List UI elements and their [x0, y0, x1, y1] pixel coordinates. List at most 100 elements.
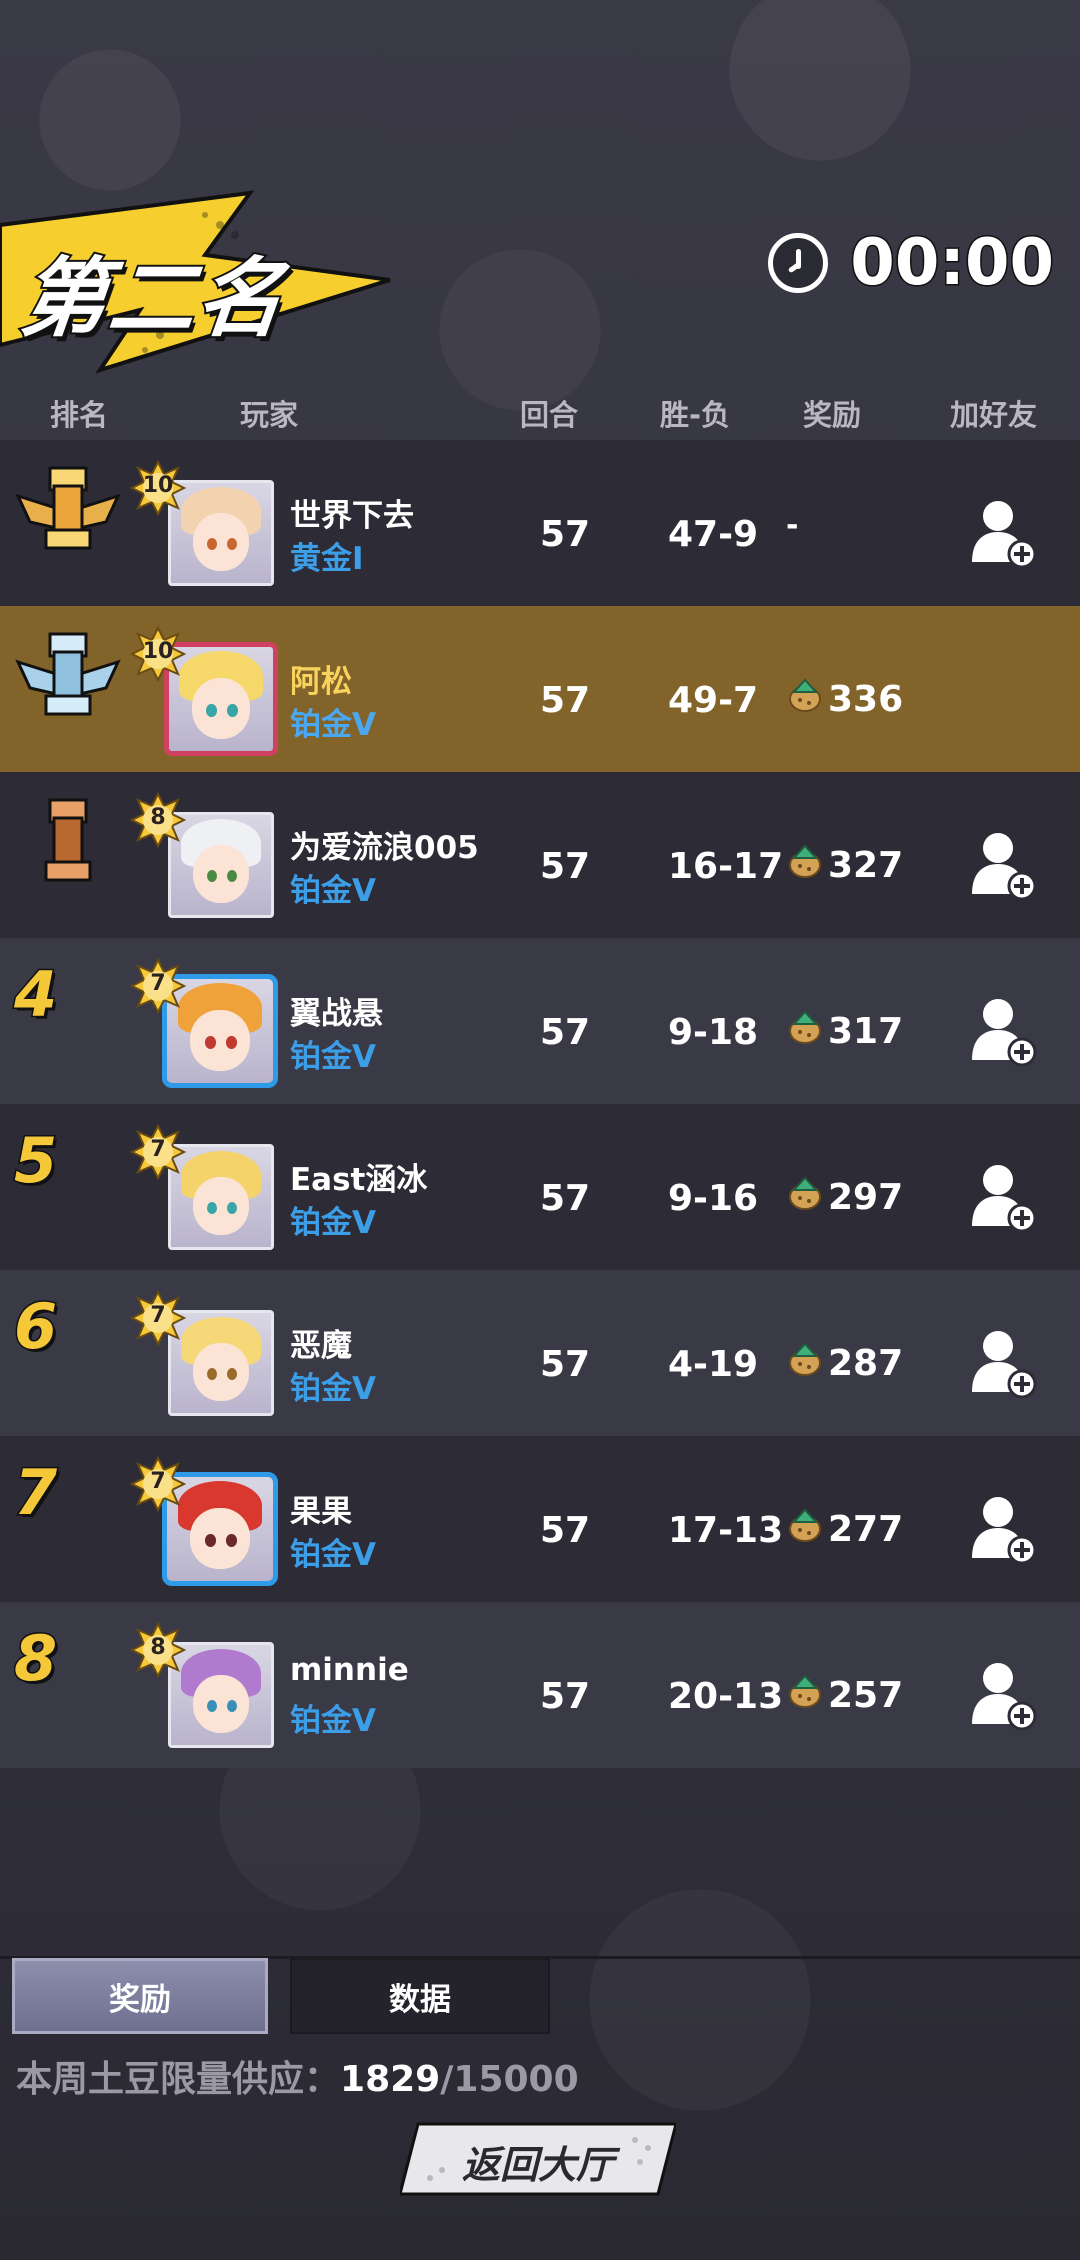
level-value: 7	[150, 1137, 166, 1162]
level-value: 8	[150, 1635, 166, 1660]
column-add-friend: 加好友	[950, 398, 1038, 432]
rank-title: 第二名	[14, 247, 293, 351]
rank-cell: 8	[0, 1602, 120, 1768]
potato-icon	[786, 842, 824, 889]
column-reward: 奖励	[803, 398, 862, 432]
player-tier: 黄金I	[290, 541, 364, 577]
win-loss-value: 16-17	[668, 846, 784, 887]
level-star-icon: 10	[130, 460, 186, 516]
player-name: 翼战悬	[290, 996, 383, 1032]
ranking-row: 5 7 East涵冰 铂金V 57 9-16 297	[0, 1104, 1080, 1270]
player-tier: 铂金V	[290, 873, 376, 909]
rank-cell: 5	[0, 1104, 120, 1270]
potato-supply: 本周土豆限量供应：1829/15000	[16, 2050, 579, 2102]
add-friend-icon[interactable]	[966, 1326, 1038, 1399]
win-loss-value: 17-13	[668, 1510, 784, 1551]
column-rank: 排名	[50, 398, 109, 432]
win-loss-value: 9-18	[668, 1012, 759, 1053]
level-value: 8	[150, 805, 166, 830]
add-friend-icon[interactable]	[966, 828, 1038, 901]
reward-value: 257	[828, 1675, 904, 1716]
ranking-row: 6 7 恶魔 铂金V 57 4-19 287	[0, 1270, 1080, 1436]
level-star-icon: 7	[130, 1124, 186, 1180]
level-star-icon: 7	[130, 1290, 186, 1346]
rank-number: 8	[12, 1621, 58, 1697]
reward-cell: -	[786, 508, 798, 543]
win-loss-value: 47-9	[668, 514, 759, 555]
level-value: 10	[142, 639, 174, 664]
rounds-value: 57	[540, 1676, 591, 1717]
ranking-row: 10 世界下去 黄金I 57 47-9-	[0, 440, 1080, 606]
column-headers: 排名 玩家 回合 胜-负 奖励 加好友	[0, 392, 1080, 436]
reward-value: 287	[828, 1343, 904, 1384]
level-value: 7	[150, 1469, 166, 1494]
add-friend-icon[interactable]	[966, 496, 1038, 569]
level-star-icon: 10	[130, 626, 186, 682]
player-name: 果果	[290, 1494, 352, 1530]
player-tier: 铂金V	[290, 1205, 376, 1241]
player-name: East涵冰	[290, 1162, 428, 1198]
clock-icon	[768, 233, 829, 293]
level-value: 7	[150, 1303, 166, 1328]
rank-cell: 4	[0, 938, 120, 1104]
tab-reward[interactable]: 奖励	[12, 1958, 268, 2034]
ranking-row: 4 7 翼战悬 铂金V 57 9-18 317	[0, 938, 1080, 1104]
rounds-value: 57	[540, 514, 591, 555]
rounds-value: 57	[540, 1510, 591, 1551]
level-value: 10	[142, 473, 174, 498]
gold-trophy-icon	[8, 456, 128, 580]
potato-icon	[786, 676, 824, 723]
level-star-icon: 7	[130, 1456, 186, 1512]
player-tier: 铂金V	[290, 1537, 376, 1573]
supply-current: 1829	[340, 2059, 441, 2100]
timer: 00:00	[768, 225, 1056, 302]
silver-trophy-icon	[8, 622, 128, 746]
rounds-value: 57	[540, 1178, 591, 1219]
add-friend-icon[interactable]	[966, 1492, 1038, 1565]
rank-cell	[0, 440, 121, 606]
player-name: 阿松	[290, 664, 352, 700]
level-star-icon: 8	[130, 1622, 186, 1678]
reward-cell: 336	[786, 676, 903, 723]
reward-value: -	[786, 508, 799, 543]
tab-data[interactable]: 数据	[290, 1958, 550, 2034]
potato-icon	[786, 1672, 824, 1719]
rounds-value: 57	[540, 1012, 591, 1053]
potato-icon	[786, 1008, 824, 1055]
potato-icon	[786, 1340, 824, 1387]
player-tier: 铂金V	[290, 1703, 376, 1739]
ranking-list: 10 世界下去 黄金I 57 47-9-10 阿松 铂金V 57 49-7 336 8 为爱流浪005…	[0, 440, 1080, 1768]
column-player: 玩家	[240, 398, 299, 432]
reward-cell: 297	[786, 1174, 903, 1221]
rank-cell: 7	[0, 1436, 120, 1602]
ranking-row: 7 7 果果铂金V 57 17-13 277	[0, 1436, 1080, 1602]
return-lobby-button[interactable]: 返回大厅	[400, 2122, 676, 2196]
player-name: 恶魔	[290, 1328, 352, 1364]
reward-cell: 327	[786, 842, 903, 889]
add-friend-icon[interactable]	[966, 994, 1038, 1067]
player-name: minnie	[290, 1652, 409, 1688]
return-lobby-label: 返回大厅	[461, 2143, 614, 2187]
reward-cell: 277	[786, 1506, 903, 1553]
rank-cell	[0, 772, 120, 938]
reward-value: 327	[828, 845, 904, 886]
reward-value: 336	[828, 679, 904, 720]
player-tier: 铂金V	[290, 1371, 376, 1407]
reward-cell: 257	[786, 1672, 903, 1719]
rank-number: 6	[12, 1289, 58, 1365]
ranking-row: 8 8 minnie 铂金V 57 20-13 257	[0, 1602, 1080, 1768]
reward-cell: 287	[786, 1340, 903, 1387]
level-star-icon: 7	[130, 958, 186, 1014]
rounds-value: 57	[540, 846, 591, 887]
supply-label: 本周土豆限量供应：	[16, 2059, 341, 2100]
bronze-trophy-icon	[8, 788, 128, 912]
reward-value: 297	[828, 1177, 904, 1218]
supply-max: 15000	[453, 2059, 579, 2100]
add-friend-icon[interactable]	[966, 1658, 1038, 1731]
timer-value: 00:00	[849, 225, 1056, 302]
rounds-value: 57	[540, 680, 591, 721]
potato-icon	[786, 1506, 824, 1553]
add-friend-icon[interactable]	[966, 1160, 1038, 1233]
rank-number: 7	[12, 1455, 58, 1531]
reward-value: 277	[828, 1509, 904, 1550]
